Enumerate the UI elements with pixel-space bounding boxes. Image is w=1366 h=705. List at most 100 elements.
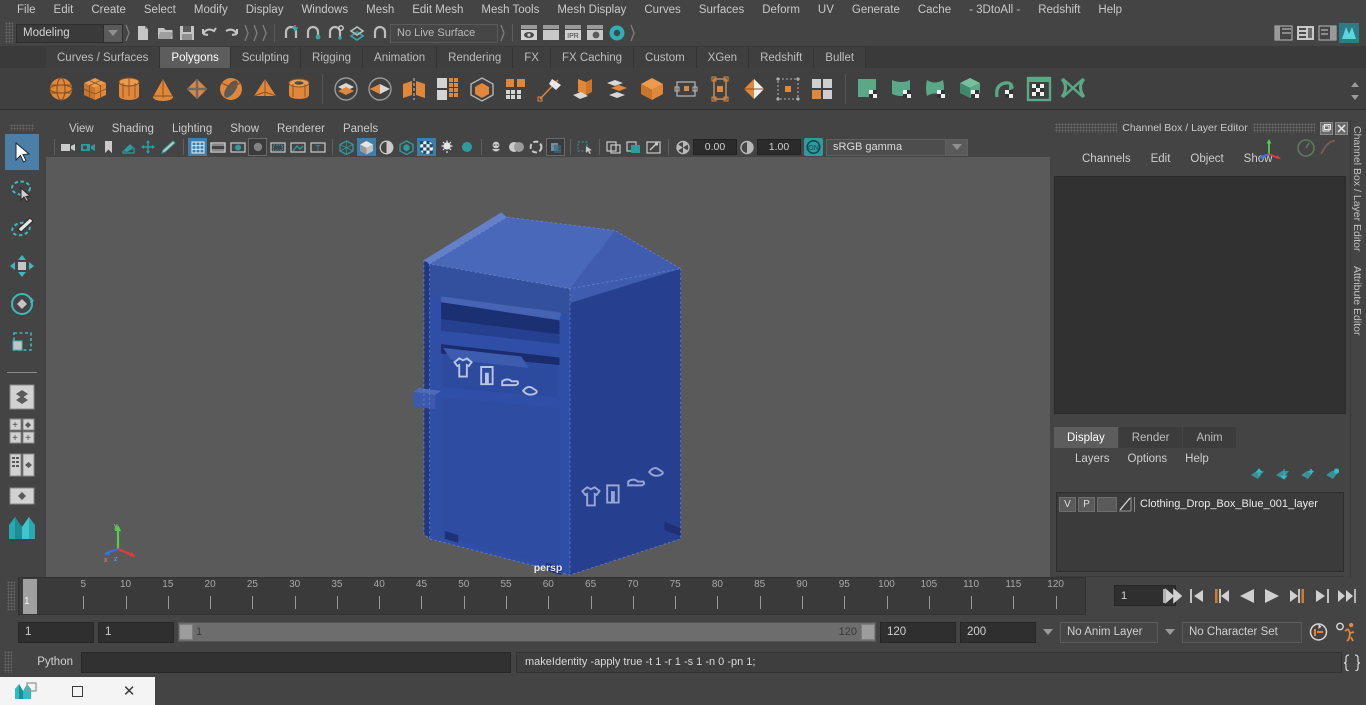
menu-item-3dtoall[interactable]: - 3DtoAll - [960,0,1029,20]
safe-title-icon[interactable]: T [308,138,327,156]
new-scene-icon[interactable] [132,22,154,44]
uv-automatic-icon[interactable] [954,72,988,106]
uv-spherical-icon[interactable] [920,72,954,106]
grease-pencil-icon[interactable] [159,138,178,156]
channel-box-content[interactable] [1054,176,1346,414]
ipr-render-icon[interactable]: IPR [562,22,584,44]
isolate-select-icon[interactable] [575,138,594,156]
playback-end-field[interactable]: 120 [880,621,956,643]
camera-attributes-icon[interactable] [79,138,98,156]
play-backwards-icon[interactable] [1236,585,1258,607]
snap-to-curve-icon[interactable] [302,22,324,44]
layer-row[interactable]: V P Clothing_Drop_Box_Blue_001_layer [1057,495,1343,513]
viewport-menu-show[interactable]: Show [221,123,268,135]
two-d-pan-zoom-icon[interactable] [139,138,158,156]
channel-box-toggle-icon[interactable] [1316,22,1338,44]
gamma-icon[interactable] [737,138,756,156]
poly-cube-icon[interactable] [78,72,112,106]
mirror-geometry-icon[interactable] [397,72,431,106]
move-layer-up-icon[interactable] [1250,468,1265,486]
menu-item-surfaces[interactable]: Surfaces [690,0,753,20]
combine-icon[interactable] [329,72,363,106]
select-camera-icon[interactable] [59,138,78,156]
attribute-editor-toggle-icon[interactable] [1294,22,1316,44]
exposure-icon[interactable] [673,138,692,156]
playback-start-field[interactable]: 1 [98,621,174,643]
shelf-tab-fx-caching[interactable]: FX Caching [550,47,635,68]
uv-unfold-icon[interactable] [988,72,1022,106]
step-forward-frame-icon[interactable] [1286,585,1308,607]
menu-set-selector[interactable]: Modeling [16,23,104,43]
play-forwards-icon[interactable] [1261,585,1283,607]
menu-item-redshift[interactable]: Redshift [1029,0,1089,20]
exposure-field[interactable]: 0.00 [693,139,737,155]
anim-layer-selector[interactable]: No Anim Layer [1060,621,1158,643]
bevel-icon[interactable] [533,72,567,106]
shaded-wireframe-icon[interactable] [377,138,396,156]
range-slider[interactable]: 1 120 [178,622,876,642]
menu-item-modify[interactable]: Modify [185,0,237,20]
move-tool[interactable] [5,248,39,284]
shelf-tab-rigging[interactable]: Rigging [301,47,364,68]
viewport-menu-lighting[interactable]: Lighting [163,123,221,135]
menu-item-file[interactable]: File [8,0,45,20]
textured-icon[interactable] [397,138,416,156]
uv-layout-icon[interactable] [1056,72,1090,106]
shelf-tab-curves-surfaces[interactable]: Curves / Surfaces [46,47,161,68]
shelf-tab-bullet[interactable]: Bullet [814,47,867,68]
menu-item-help[interactable]: Help [1089,0,1131,20]
menu-item-cache[interactable]: Cache [909,0,960,20]
persp-graph-layout[interactable] [5,483,39,509]
menu-item-select[interactable]: Select [135,0,185,20]
shelf-tab-xgen[interactable]: XGen [696,47,750,68]
save-scene-icon[interactable] [176,22,198,44]
viewport-menu-panels[interactable]: Panels [334,123,387,135]
sidebar-tab-attribute-editor[interactable]: Attribute Editor [1351,260,1363,335]
create-empty-layer-icon[interactable] [1300,468,1315,486]
uv-editor-icon[interactable] [1022,72,1056,106]
menu-item-deform[interactable]: Deform [753,0,809,20]
film-gate-icon[interactable] [208,138,227,156]
time-slider-grip[interactable] [7,581,15,611]
redo-icon[interactable] [220,22,242,44]
shelf-tab-rendering[interactable]: Rendering [437,47,514,68]
select-tool[interactable] [5,134,39,170]
menu-item-curves[interactable]: Curves [635,0,689,20]
scale-tool[interactable] [5,324,39,360]
render-region-icon[interactable] [540,22,562,44]
soft-select-icon[interactable] [771,72,805,106]
toolbar-hook-4[interactable] [260,23,269,43]
menu-item-mesh-display[interactable]: Mesh Display [548,0,635,20]
hypershade-persp-layout[interactable] [5,511,39,541]
sidebar-tab-channel-box[interactable]: Channel Box / Layer Editor [1351,120,1363,252]
sculpt-icon[interactable] [737,72,771,106]
layer-color-icon[interactable] [1118,496,1132,512]
step-back-keyframe-icon[interactable] [1186,585,1208,607]
open-scene-icon[interactable] [154,22,176,44]
field-chart-icon[interactable] [268,138,287,156]
menu-item-edit-mesh[interactable]: Edit Mesh [403,0,472,20]
go-to-end-icon[interactable] [1336,585,1358,607]
smooth-icon[interactable] [431,72,465,106]
bookmark-icon[interactable] [99,138,118,156]
uv-planar-icon[interactable] [852,72,886,106]
layer-menu-options[interactable]: Options [1119,453,1177,465]
animation-start-field[interactable]: 1 [18,621,94,643]
outliner-persp-layout[interactable] [5,449,39,481]
channel-menu-object[interactable]: Object [1180,153,1233,165]
paint-select-tool[interactable] [5,210,39,246]
layer-menu-layers[interactable]: Layers [1066,453,1119,465]
layer-name-label[interactable]: Clothing_Drop_Box_Blue_001_layer [1140,498,1318,510]
go-to-start-icon[interactable] [1161,585,1183,607]
shelf-tab-sculpting[interactable]: Sculpting [230,47,302,68]
layer-display-type-toggle[interactable] [1097,496,1117,512]
viewport-menu-view[interactable]: View [60,123,103,135]
step-forward-keyframe-icon[interactable] [1311,585,1333,607]
toolbar-hook[interactable] [123,23,132,43]
image-plane-icon[interactable] [119,138,138,156]
menu-item-uv[interactable]: UV [809,0,843,20]
menu-item-generate[interactable]: Generate [843,0,909,20]
checker-pattern-icon[interactable] [805,72,839,106]
toolbar-hook-3[interactable] [251,23,260,43]
clothing-drop-box-model[interactable] [46,157,1050,577]
